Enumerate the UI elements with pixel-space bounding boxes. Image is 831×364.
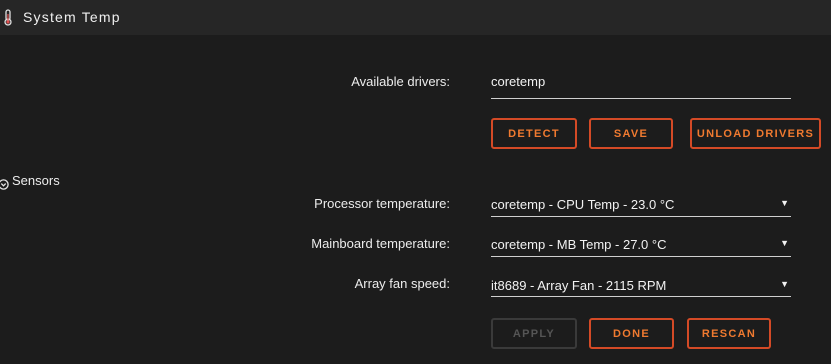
- processor-temperature-value: coretemp - CPU Temp - 23.0 °C: [491, 197, 675, 212]
- available-drivers-label: Available drivers:: [351, 74, 450, 89]
- array-fan-speed-select[interactable]: it8689 - Array Fan - 2115 RPM ▼: [491, 278, 791, 297]
- apply-button[interactable]: APPLY: [491, 318, 577, 349]
- mainboard-temperature-label: Mainboard temperature:: [311, 236, 450, 251]
- unload-drivers-button[interactable]: UNLOAD DRIVERS: [690, 118, 821, 149]
- chevron-down-icon: ▼: [780, 238, 789, 248]
- save-button[interactable]: SAVE: [589, 118, 673, 149]
- mainboard-temperature-select[interactable]: coretemp - MB Temp - 27.0 °C ▼: [491, 237, 791, 257]
- mainboard-temperature-value: coretemp - MB Temp - 27.0 °C: [491, 237, 667, 252]
- title-bar: System Temp: [0, 0, 831, 35]
- processor-temperature-select[interactable]: coretemp - CPU Temp - 23.0 °C ▼: [491, 197, 791, 217]
- done-button[interactable]: DONE: [589, 318, 674, 349]
- page-title: System Temp: [23, 9, 121, 25]
- chevron-down-icon: ▼: [780, 279, 789, 289]
- processor-temperature-label: Processor temperature:: [314, 196, 450, 211]
- collapse-circle-icon[interactable]: [0, 177, 9, 190]
- thermometer-icon: [2, 9, 14, 26]
- rescan-button[interactable]: RESCAN: [687, 318, 771, 349]
- sensors-section-title[interactable]: Sensors: [12, 173, 60, 188]
- array-fan-speed-label: Array fan speed:: [354, 276, 450, 291]
- chevron-down-icon: ▼: [780, 198, 789, 208]
- detect-button[interactable]: DETECT: [491, 118, 577, 149]
- available-drivers-value: coretemp: [491, 74, 546, 89]
- array-fan-speed-value: it8689 - Array Fan - 2115 RPM: [491, 278, 667, 293]
- available-drivers-field[interactable]: coretemp: [491, 74, 791, 99]
